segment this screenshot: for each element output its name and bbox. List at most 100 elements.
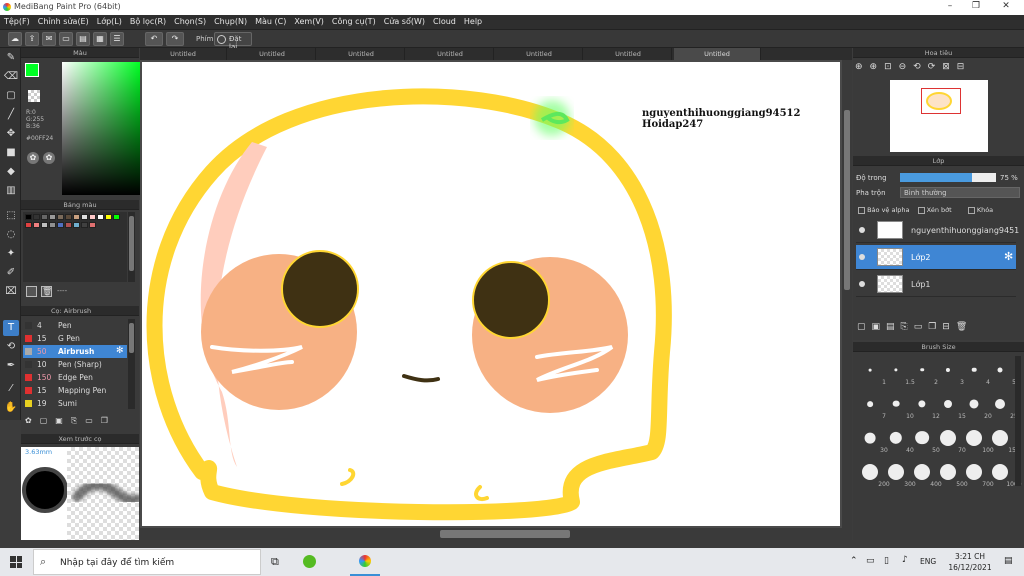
eyedropper-icon[interactable]: ⁄ xyxy=(3,381,19,397)
app-icon-green[interactable] xyxy=(303,555,316,568)
horizontal-scrollbar[interactable] xyxy=(140,528,842,540)
menu-tools[interactable]: Công cụ(T) xyxy=(328,15,380,26)
menu-select[interactable]: Chọn(S) xyxy=(170,15,210,26)
brush-item[interactable]: 150 Edge Pen xyxy=(23,371,127,384)
brush-size-option[interactable]: 15 xyxy=(934,392,966,420)
menu-cloud[interactable]: Cloud xyxy=(429,15,460,26)
swatch[interactable] xyxy=(57,214,64,220)
tab-untitled[interactable]: Untitled xyxy=(585,48,672,60)
brush-item[interactable]: 4 Pen xyxy=(23,319,127,332)
brush-size-option[interactable]: 70 xyxy=(934,426,966,454)
swatch[interactable] xyxy=(81,214,88,220)
menu-color[interactable]: Màu (C) xyxy=(251,15,290,26)
close-button[interactable]: ✕ xyxy=(996,1,1016,13)
clip-checkbox[interactable] xyxy=(917,206,925,214)
new-palette-icon[interactable] xyxy=(26,286,37,297)
clock[interactable]: 3:21 CH 16/12/2021 xyxy=(945,551,995,573)
brush-size-option[interactable]: 150 xyxy=(986,426,1020,454)
menu-window[interactable]: Cửa sổ(W) xyxy=(380,15,429,26)
swatch[interactable] xyxy=(33,214,40,220)
swatch[interactable] xyxy=(25,214,32,220)
medibang-taskbar-icon[interactable] xyxy=(359,555,371,567)
visibility-icon[interactable] xyxy=(859,254,865,260)
layer-row[interactable]: Lớp1 xyxy=(856,272,1016,297)
protect-alpha-checkbox[interactable] xyxy=(858,206,865,214)
swatch[interactable] xyxy=(33,222,40,228)
transparent-color[interactable] xyxy=(28,90,40,102)
navigator-zoom-icons[interactable]: ⊕⊕⊡⊖⟲⟳⊠⊟ xyxy=(855,62,1005,76)
navigator-thumbnail[interactable] xyxy=(890,80,988,152)
brush-size-option[interactable]: 300 xyxy=(882,460,916,488)
maximize-button[interactable]: ❐ xyxy=(966,1,986,13)
layer-row-selected[interactable]: Lớp2 ✻ xyxy=(856,245,1016,270)
swatch[interactable] xyxy=(49,222,56,228)
brush-size-option[interactable]: 1 xyxy=(856,358,886,386)
menu-filter[interactable]: Bộ lọc(R) xyxy=(126,15,170,26)
brush-size-option[interactable]: 2 xyxy=(908,358,938,386)
eraser-tool-icon[interactable]: ⌫ xyxy=(3,69,19,85)
text-tool-icon[interactable]: T xyxy=(3,320,19,336)
windows-start-icon[interactable] xyxy=(10,556,22,568)
tray-chevron-icon[interactable]: ⌃ xyxy=(850,556,858,566)
notification-icon[interactable]: ▤ xyxy=(1004,556,1013,566)
brush-size-option[interactable]: 12 xyxy=(908,392,940,420)
swatch[interactable] xyxy=(49,214,56,220)
swatch[interactable] xyxy=(89,214,96,220)
brush-size-option[interactable]: 50 xyxy=(908,426,940,454)
foreground-color[interactable] xyxy=(25,63,39,77)
divide-tool-icon[interactable]: ⟲ xyxy=(3,339,19,355)
delete-palette-icon[interactable]: 🗑 xyxy=(41,286,52,297)
layer-row[interactable]: nguyenthihuonggiang9451 xyxy=(856,218,1019,243)
tab-untitled[interactable]: Untitled xyxy=(318,48,405,60)
tab-untitled[interactable]: Untitled xyxy=(140,48,227,60)
layer-footer-icons[interactable]: ▢▣▤⎘▭❐⊟🗑 xyxy=(857,322,1017,334)
bucket-tool-icon[interactable]: ◆ xyxy=(3,164,19,180)
brush-scrollbar[interactable] xyxy=(128,319,135,409)
drawing-canvas[interactable]: nguyenthihuonggiang94512 Hoidap247 xyxy=(142,62,840,526)
page-icon[interactable]: ▤ xyxy=(76,32,90,46)
gradient-tool-icon[interactable]: ▥ xyxy=(3,183,19,199)
saturation-value-picker[interactable] xyxy=(62,62,140,195)
brush-size-option[interactable]: 200 xyxy=(856,460,890,488)
layer-settings-icon[interactable]: ✻ xyxy=(1004,250,1013,263)
menu-file[interactable]: Tệp(F) xyxy=(0,15,34,26)
visibility-icon[interactable] xyxy=(859,281,865,287)
taskbar-search[interactable]: ⌕ Nhập tại đây để tìm kiếm xyxy=(33,549,261,575)
brush-size-option[interactable]: 4 xyxy=(960,358,990,386)
list-icon[interactable]: ☰ xyxy=(110,32,124,46)
brush-footer-icons[interactable]: ✿▢▣⎘▭❐ xyxy=(25,416,135,430)
comment-icon[interactable]: ✉ xyxy=(42,32,56,46)
pen-tool-icon[interactable]: ✒ xyxy=(3,358,19,374)
lock-checkbox[interactable] xyxy=(967,206,975,214)
brush-size-scrollbar[interactable] xyxy=(1015,356,1021,486)
brush-size-option[interactable]: 7 xyxy=(856,392,886,420)
brush-size-option[interactable]: 1.5 xyxy=(882,358,915,386)
swatch[interactable] xyxy=(41,222,48,228)
brush-size-option[interactable]: 100 xyxy=(960,426,994,454)
swatch[interactable] xyxy=(105,214,112,220)
menu-snap[interactable]: Chụp(N) xyxy=(210,15,251,26)
brush-size-option[interactable]: 3 xyxy=(934,358,964,386)
cloud-icon[interactable]: ☁ xyxy=(8,32,22,46)
volume-icon[interactable]: ♪ xyxy=(902,555,908,565)
export-icon[interactable]: ⇪ xyxy=(25,32,39,46)
select-tool-icon[interactable]: ⬚ xyxy=(3,208,19,224)
brush-size-option[interactable]: 700 xyxy=(960,460,994,488)
swatch[interactable] xyxy=(73,214,80,220)
undo-icon[interactable]: ↶ xyxy=(145,32,163,46)
blend-mode-select[interactable]: Bình thường xyxy=(900,187,1020,198)
visibility-icon[interactable] xyxy=(859,227,865,233)
brush-size-option[interactable]: 10 xyxy=(882,392,914,420)
language-indicator[interactable]: ENG xyxy=(920,557,936,566)
brush-tool-icon[interactable]: ✎ xyxy=(3,50,19,66)
menu-edit[interactable]: Chỉnh sửa(E) xyxy=(34,15,93,26)
menu-help[interactable]: Help xyxy=(460,15,486,26)
swatch[interactable] xyxy=(113,214,120,220)
swatch[interactable] xyxy=(65,222,72,228)
brush-item[interactable]: 15 Mapping Pen xyxy=(23,384,127,397)
lasso-tool-icon[interactable]: ◌ xyxy=(3,227,19,243)
swatch[interactable] xyxy=(89,222,96,228)
line-tool-icon[interactable]: ╱ xyxy=(3,107,19,123)
opacity-slider[interactable] xyxy=(900,173,996,182)
tab-untitled-active[interactable]: Untitled xyxy=(674,48,761,60)
